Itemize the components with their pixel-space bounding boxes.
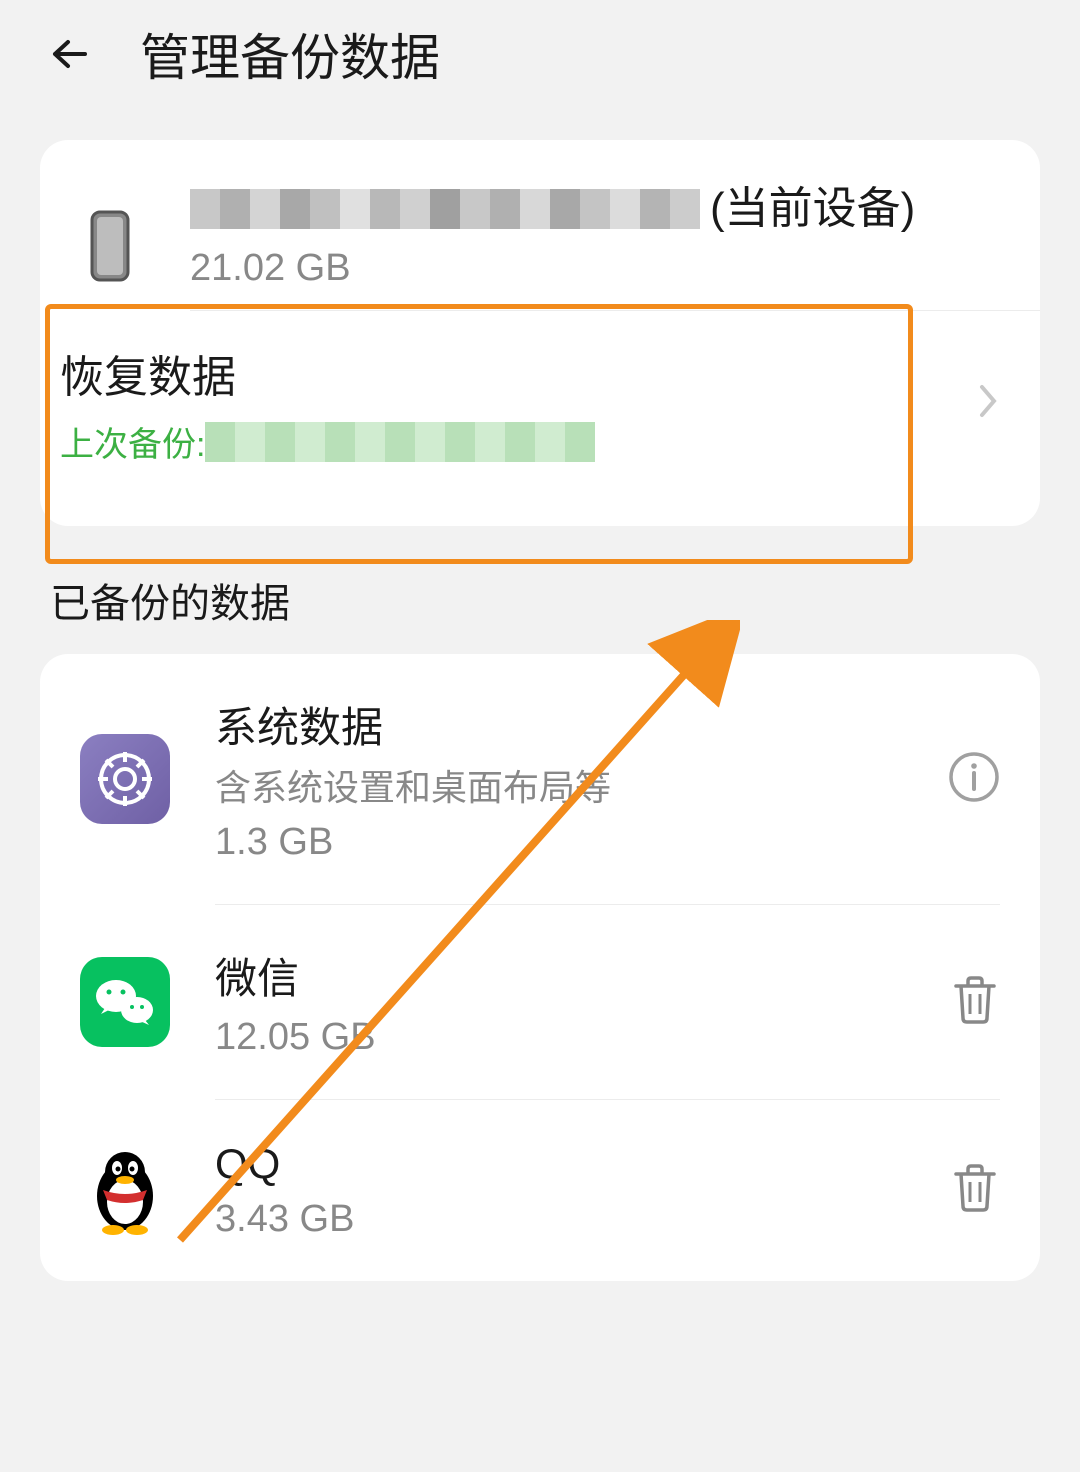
- arrow-left-icon: [35, 34, 95, 74]
- app-row-wechat[interactable]: 微信 12.05 GB: [40, 905, 1040, 1099]
- trash-icon: [950, 974, 1000, 1026]
- device-size: 21.02 GB: [190, 247, 1000, 290]
- page-title: 管理备份数据: [140, 18, 440, 90]
- device-row: (当前设备) 21.02 GB: [40, 140, 1040, 290]
- app-name: 系统数据: [215, 694, 903, 755]
- trash-icon: [950, 1162, 1000, 1214]
- back-button[interactable]: [30, 34, 100, 74]
- restore-data-row[interactable]: 恢复数据 上次备份:: [40, 311, 1040, 526]
- device-card: (当前设备) 21.02 GB 恢复数据 上次备份:: [40, 140, 1040, 526]
- app-size: 1.3 GB: [215, 821, 903, 864]
- restore-title: 恢复数据: [60, 341, 976, 405]
- app-desc: 含系统设置和桌面布局等: [215, 759, 903, 811]
- info-button[interactable]: [948, 751, 1000, 808]
- restore-last-backup: 上次备份:: [60, 417, 976, 466]
- apps-card: 系统数据 含系统设置和桌面布局等 1.3 GB 微信: [40, 654, 1040, 1281]
- app-name: QQ: [215, 1140, 905, 1188]
- info-icon: [948, 751, 1000, 803]
- settings-gear-icon: [80, 734, 170, 824]
- wechat-icon: [80, 957, 170, 1047]
- section-backed-up-data: 已备份的数据: [0, 526, 1080, 654]
- delete-button[interactable]: [950, 1162, 1000, 1219]
- app-row-qq[interactable]: QQ 3.43 GB: [40, 1100, 1040, 1281]
- redacted-text: [205, 422, 595, 462]
- app-row-system[interactable]: 系统数据 含系统设置和桌面布局等 1.3 GB: [40, 654, 1040, 904]
- device-name: (当前设备): [190, 180, 1000, 237]
- qq-icon: [80, 1146, 170, 1236]
- app-size: 3.43 GB: [215, 1198, 905, 1241]
- app-size: 12.05 GB: [215, 1016, 905, 1059]
- delete-button[interactable]: [950, 974, 1000, 1031]
- redacted-text: [190, 189, 700, 229]
- chevron-right-icon: [976, 381, 1000, 426]
- app-name: 微信: [215, 945, 905, 1006]
- device-icon: [80, 180, 140, 282]
- header: 管理备份数据: [0, 0, 1080, 140]
